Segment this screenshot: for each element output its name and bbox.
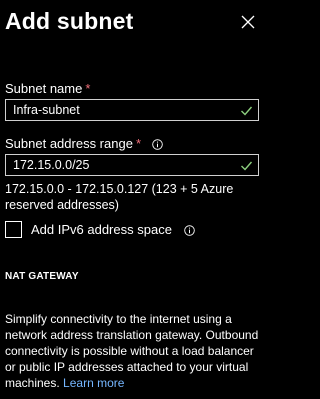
valid-check-icon: [241, 106, 253, 116]
info-icon[interactable]: [183, 225, 195, 236]
subnet-name-label-text: Subnet name: [5, 81, 83, 96]
required-marker: *: [135, 136, 141, 151]
add-subnet-panel: Add subnet Subnet name * Infra-subnet Sub…: [0, 0, 269, 399]
close-button[interactable]: [241, 15, 255, 29]
subnet-name-value[interactable]: Infra-subnet: [13, 102, 80, 119]
address-range-label-text: Subnet address range: [5, 136, 133, 151]
ipv6-checkbox[interactable]: [5, 221, 22, 238]
nat-gateway-heading: NAT GATEWAY: [5, 271, 79, 282]
subnet-name-input[interactable]: Infra-subnet: [5, 99, 259, 121]
close-icon: [241, 15, 255, 29]
learn-more-link[interactable]: Learn more: [63, 376, 124, 390]
address-range-input[interactable]: 172.15.0.0/25: [5, 154, 259, 176]
panel-header: Add subnet: [5, 6, 269, 42]
ipv6-label-text[interactable]: Add IPv6 address space: [31, 222, 172, 237]
panel-title: Add subnet: [5, 8, 134, 34]
nat-gateway-description-text: Simplify connectivity to the internet us…: [5, 312, 259, 390]
nat-gateway-description: Simplify connectivity to the internet us…: [5, 311, 263, 391]
address-range-info: 172.15.0.0 - 172.15.0.127 (123 + 5 Azure…: [5, 182, 234, 212]
subnet-name-label: Subnet name *: [5, 81, 90, 97]
address-range-value[interactable]: 172.15.0.0/25: [13, 157, 89, 174]
address-range-label: Subnet address range *: [5, 136, 163, 152]
ipv6-checkbox-label[interactable]: Add IPv6 address space: [31, 221, 195, 238]
valid-check-icon: [241, 161, 253, 171]
required-marker: *: [85, 81, 91, 96]
ipv6-checkbox-row[interactable]: Add IPv6 address space: [5, 221, 255, 243]
info-icon[interactable]: [151, 139, 163, 150]
